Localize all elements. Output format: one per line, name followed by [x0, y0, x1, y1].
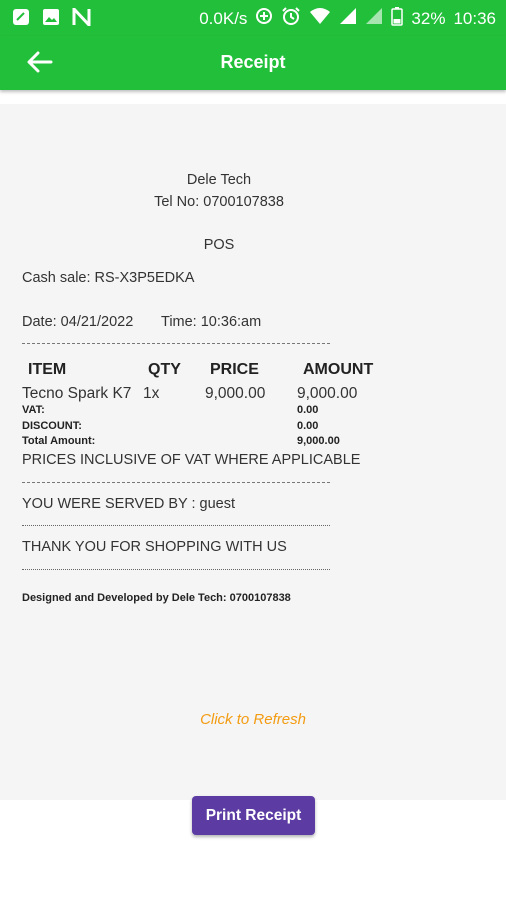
battery-percent: 32%	[411, 8, 446, 28]
vat-note: PRICES INCLUSIVE OF VAT WHERE APPLICABLE	[22, 452, 361, 468]
served-by: YOU WERE SERVED BY : guest	[22, 496, 236, 512]
vat-value: 0.00	[297, 404, 319, 416]
divider	[22, 343, 330, 344]
divider	[22, 525, 330, 526]
divider	[22, 482, 330, 483]
gallery-icon	[42, 8, 60, 31]
refresh-link[interactable]: Click to Refresh	[0, 711, 506, 728]
divider	[22, 569, 330, 570]
receipt-date: Date: 04/21/2022	[22, 314, 134, 330]
status-bar: 0.0K/s 32% 10:36	[0, 0, 506, 36]
discount-label: DISCOUNT:	[22, 420, 82, 432]
column-qty: QTY	[148, 361, 181, 378]
receipt-time: Time: 10:36:am	[161, 314, 262, 330]
shop-tel: Tel No: 0700107838	[154, 194, 284, 210]
discount-value: 0.00	[297, 420, 319, 432]
notification-icon	[12, 8, 30, 31]
signal-icon-2	[365, 7, 383, 30]
column-item: ITEM	[28, 361, 67, 378]
vat-label: VAT:	[22, 404, 45, 416]
n-app-icon	[72, 5, 92, 31]
page-title: Receipt	[220, 52, 286, 72]
thanks-message: THANK YOU FOR SHOPPING WITH US	[22, 539, 287, 555]
item-name: Tecno Spark K7	[22, 385, 132, 402]
total-value: 9,000.00	[297, 435, 340, 447]
terminal-label: POS	[203, 237, 235, 253]
alarm-icon	[281, 6, 301, 31]
wifi-icon	[309, 7, 331, 30]
receipt-panel: Dele Tech Tel No: 0700107838 POS Cash sa…	[0, 104, 506, 800]
clock: 10:36	[453, 8, 496, 28]
column-price: PRICE	[210, 361, 259, 378]
data-saver-icon	[255, 7, 273, 30]
signal-icon	[339, 7, 357, 30]
column-amount: AMOUNT	[303, 361, 374, 378]
total-label: Total Amount:	[22, 435, 96, 447]
battery-icon	[391, 6, 404, 31]
item-price: 9,000.00	[205, 385, 266, 402]
print-receipt-button[interactable]: Print Receipt	[192, 796, 315, 835]
shop-name: Dele Tech	[186, 172, 252, 188]
app-bar: Receipt	[0, 36, 506, 90]
cash-sale-id: Cash sale: RS-X3P5EDKA	[22, 270, 195, 286]
developer-credit: Designed and Developed by Dele Tech: 070…	[22, 592, 291, 604]
item-amount: 9,000.00	[297, 385, 358, 402]
net-speed: 0.0K/s	[199, 8, 248, 28]
item-qty: 1x	[143, 385, 160, 402]
